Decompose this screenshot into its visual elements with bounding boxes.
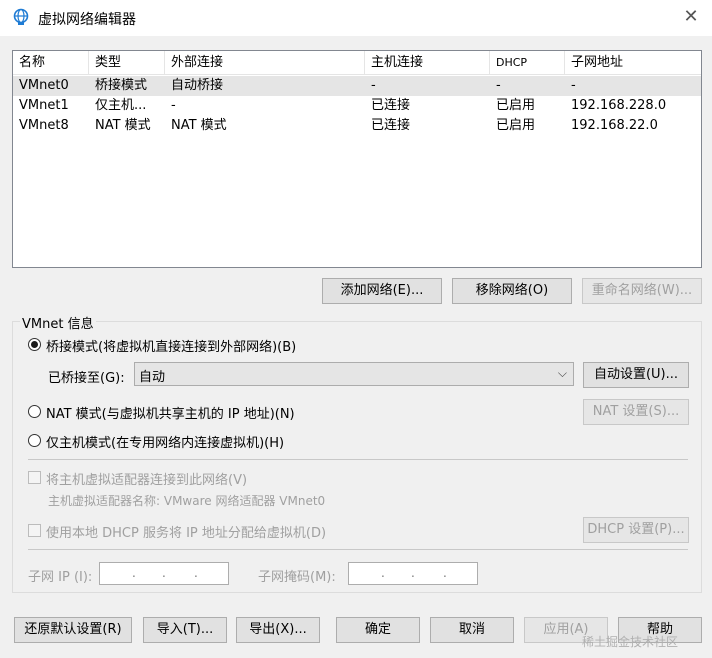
network-globe-icon xyxy=(13,8,29,25)
title-bar: 虚拟网络编辑器 ✕ xyxy=(0,0,712,36)
vmnet-info-label: VMnet 信息 xyxy=(20,313,96,332)
cell-external: NAT 模式 xyxy=(171,118,227,133)
cell-name: VMnet0 xyxy=(19,78,69,93)
adapter-name-label: 主机虚拟适配器名称: VMware 网络适配器 VMnet0 xyxy=(48,494,326,508)
export-button[interactable]: 导出(X)... xyxy=(236,617,320,643)
cell-type: 桥接模式 xyxy=(95,78,148,93)
nat-label[interactable]: NAT 模式(与虚拟机共享主机的 IP 地址)(N) xyxy=(46,403,295,422)
column-header-external[interactable]: 外部连接 xyxy=(165,51,365,75)
cell-subnet: - xyxy=(571,78,576,93)
divider xyxy=(28,459,688,460)
cell-dhcp: - xyxy=(496,78,501,93)
subnet-ip-input[interactable]: . . . xyxy=(99,562,229,585)
host-only-label[interactable]: 仅主机模式(在专用网络内连接虚拟机)(H) xyxy=(46,432,284,451)
cell-name: VMnet1 xyxy=(19,98,69,113)
bridged-label[interactable]: 桥接模式(将虚拟机直接连接到外部网络)(B) xyxy=(46,336,296,355)
connect-adapter-label[interactable]: 将主机虚拟适配器连接到此网络(V) xyxy=(46,469,247,488)
add-network-button[interactable]: 添加网络(E)... xyxy=(322,278,442,304)
dhcp-checkbox[interactable] xyxy=(28,524,41,537)
dhcp-label[interactable]: 使用本地 DHCP 服务将 IP 地址分配给虚拟机(D) xyxy=(46,522,326,541)
auto-settings-button[interactable]: 自动设置(U)... xyxy=(583,362,689,388)
subnet-ip-label: 子网 IP (I): xyxy=(28,570,93,585)
cell-host: - xyxy=(371,78,376,93)
cell-dhcp: 已启用 xyxy=(496,98,536,113)
remove-network-button[interactable]: 移除网络(O) xyxy=(452,278,572,304)
watermark: 稀土掘金技术社区 xyxy=(582,635,679,649)
connect-adapter-checkbox[interactable] xyxy=(28,471,41,484)
cell-subnet: 192.168.228.0 xyxy=(571,98,667,113)
column-header-name[interactable]: 名称 xyxy=(13,51,89,75)
cell-dhcp: 已启用 xyxy=(496,118,536,133)
table-row-vmnet0[interactable]: VMnet0 桥接模式 自动桥接 - - - xyxy=(13,76,701,96)
column-header-host[interactable]: 主机连接 xyxy=(365,51,490,75)
cell-external: - xyxy=(171,98,176,113)
dhcp-settings-button[interactable]: DHCP 设置(P)... xyxy=(583,517,689,543)
rename-network-button[interactable]: 重命名网络(W)... xyxy=(582,278,702,304)
column-header-type[interactable]: 类型 xyxy=(89,51,165,75)
close-icon[interactable]: ✕ xyxy=(680,6,702,28)
bridged-radio[interactable] xyxy=(28,338,41,351)
nat-radio[interactable] xyxy=(28,405,41,418)
subnet-mask-input[interactable]: . . . xyxy=(348,562,478,585)
cell-external: 自动桥接 xyxy=(171,78,224,93)
table-row-vmnet1[interactable]: VMnet1 仅主机... - 已连接 已启用 192.168.228.0 xyxy=(13,96,701,116)
cell-host: 已连接 xyxy=(371,98,411,113)
chevron-down-icon[interactable]: ⌵ xyxy=(558,366,567,381)
column-header-subnet[interactable]: 子网地址 xyxy=(565,51,701,75)
cell-type: 仅主机... xyxy=(95,98,147,113)
window-title: 虚拟网络编辑器 xyxy=(38,12,136,28)
table-row-vmnet8[interactable]: VMnet8 NAT 模式 NAT 模式 已连接 已启用 192.168.22.… xyxy=(13,116,701,136)
bridged-to-label: 已桥接至(G): xyxy=(48,371,125,386)
list-header: 名称 类型 外部连接 主机连接 DHCP 子网地址 xyxy=(13,51,701,75)
bridged-to-value: 自动 xyxy=(139,370,166,385)
import-button[interactable]: 导入(T)... xyxy=(143,617,227,643)
host-only-radio[interactable] xyxy=(28,434,41,447)
bridged-to-select[interactable]: 自动 ⌵ xyxy=(134,362,574,386)
ok-button[interactable]: 确定 xyxy=(336,617,420,643)
cancel-button[interactable]: 取消 xyxy=(430,617,514,643)
cell-name: VMnet8 xyxy=(19,118,69,133)
network-list[interactable]: 名称 类型 外部连接 主机连接 DHCP 子网地址 VMnet0 桥接模式 自动… xyxy=(12,50,702,268)
subnet-mask-label: 子网掩码(M): xyxy=(258,570,336,585)
cell-subnet: 192.168.22.0 xyxy=(571,118,658,133)
nat-settings-button[interactable]: NAT 设置(S)... xyxy=(583,399,689,425)
column-header-dhcp[interactable]: DHCP xyxy=(490,51,565,75)
restore-defaults-button[interactable]: 还原默认设置(R) xyxy=(14,617,132,643)
divider xyxy=(28,549,688,550)
cell-type: NAT 模式 xyxy=(95,118,151,133)
cell-host: 已连接 xyxy=(371,118,411,133)
